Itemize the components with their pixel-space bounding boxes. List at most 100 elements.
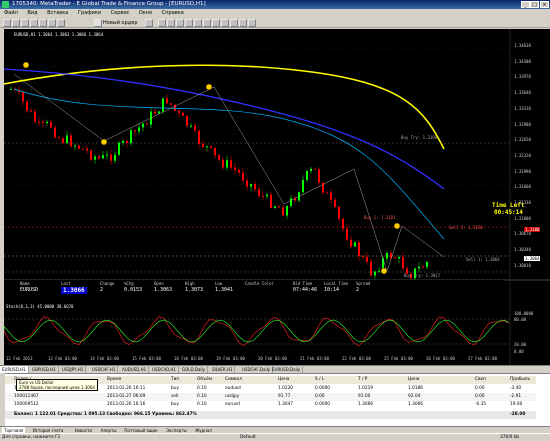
tooltip-detail: 2788 баров, последний цена 1.3064	[19, 385, 95, 390]
swing-marker	[100, 138, 108, 146]
candle-body	[230, 160, 232, 168]
candle-body	[282, 207, 284, 216]
candle-body	[426, 261, 428, 267]
templates-icon[interactable]	[248, 19, 256, 27]
profiles-icon[interactable]	[12, 19, 20, 27]
info-value: 1.3073	[185, 287, 204, 293]
autoscroll-icon[interactable]	[212, 19, 220, 27]
candle-body	[206, 146, 208, 148]
time-axis-label: 21 Feb 03:00	[300, 356, 329, 361]
terminal-column-header[interactable]: Символ	[225, 376, 242, 384]
candle-body	[114, 154, 116, 161]
terminal-column-header[interactable]: Цена	[408, 376, 419, 384]
indicators-icon[interactable]	[230, 19, 238, 27]
new-chart-icon[interactable]	[3, 19, 11, 27]
info-value: 1.3041	[215, 287, 234, 293]
periods-icon[interactable]	[239, 19, 247, 27]
navigator-icon[interactable]	[39, 19, 47, 27]
bar-chart-icon[interactable]	[158, 19, 166, 27]
window-title: 1705340: MetaTrader - E Global Trade & F…	[12, 1, 206, 7]
fib-label-2: Sell 2: 1.3150	[449, 225, 483, 230]
candle-body	[366, 256, 368, 262]
price-chart[interactable]	[4, 29, 550, 365]
menu-insert[interactable]: Вставка	[43, 9, 72, 18]
candle-body	[398, 256, 400, 259]
candlestick-icon[interactable]	[167, 19, 175, 27]
candle-body	[102, 155, 104, 159]
candle-body	[418, 266, 420, 269]
candle-body	[158, 111, 160, 114]
line-chart-icon[interactable]	[176, 19, 184, 27]
menu-file[interactable]: Файл	[0, 9, 22, 18]
terminal-column-header[interactable]: Прибыль	[510, 376, 530, 384]
terminal-column-header[interactable]: Тип	[171, 376, 179, 384]
candle-body	[98, 156, 100, 159]
candle-body	[190, 125, 192, 127]
time-axis-label: 19 Feb 03:00	[216, 356, 245, 361]
terminal-column-header[interactable]: T / P	[358, 376, 367, 384]
order-row[interactable]: 100011467 2013.02.27 06:09 sell 0.10 usdjpy 9…	[0, 393, 536, 401]
new-order-icon[interactable]	[94, 19, 102, 27]
title-bar: 1705340: MetaTrader - E Global Trade & F…	[0, 0, 550, 9]
candle-body	[422, 266, 424, 268]
fib-label-1: Buy Try: 1.3198	[401, 135, 438, 140]
candle-body	[166, 98, 168, 104]
candle-body	[274, 206, 276, 208]
chart-window[interactable]: EURUSD,H1 1.3064 1.3063 1.3066 1.3064 Ti…	[4, 29, 550, 365]
candle-body	[86, 148, 88, 151]
info-panel: Name EURUSD Last 1.3066 Change 2 %Chg 0.0153 Ope…	[4, 280, 504, 302]
candle-body	[202, 143, 204, 147]
price-axis-label: 1.34630	[514, 43, 531, 48]
market-watch-icon[interactable]	[21, 19, 29, 27]
order-row[interactable]: 100009512 2013.02.26 16:16 buy 0.10 eurusd 1.…	[0, 401, 536, 409]
tester-icon[interactable]	[57, 19, 65, 27]
data-window-icon[interactable]	[30, 19, 38, 27]
time-axis-label: 14 Feb 03:00	[90, 356, 119, 361]
candle-body	[58, 137, 60, 139]
chart-shift-icon[interactable]	[221, 19, 229, 27]
info-header: Low	[215, 281, 223, 286]
menu-view[interactable]: Вид	[23, 9, 41, 18]
candle-body	[118, 142, 120, 155]
terminal-column-header[interactable]: Время	[107, 376, 121, 384]
candle-body	[174, 104, 176, 111]
candle-body	[66, 135, 68, 143]
candle-body	[186, 115, 188, 126]
minimize-button[interactable]: _	[521, 1, 530, 8]
order-cell: eurusd	[225, 402, 240, 407]
info-header: Bid Time	[293, 281, 313, 286]
order-cell: sell	[171, 394, 179, 399]
price-axis-label: 1.31660	[514, 184, 531, 190]
order-cell: 1.3066	[408, 402, 424, 407]
menu-tools[interactable]: Сервис	[107, 9, 134, 18]
candle-body	[74, 145, 76, 147]
terminal-column-header[interactable]: S / L	[315, 376, 324, 384]
menu-help[interactable]: Справка	[158, 9, 188, 18]
candle-body	[22, 92, 24, 102]
candle-body	[270, 194, 272, 208]
expert-advisors-icon[interactable]	[145, 19, 153, 27]
time-axis-label: 22 Feb 03:00	[342, 356, 371, 361]
candle-body	[258, 189, 260, 196]
terminal-icon[interactable]	[48, 19, 56, 27]
price-axis-label: 1.32320	[514, 152, 531, 158]
candle-body	[70, 135, 72, 147]
menu-charts[interactable]: Графики	[74, 9, 105, 18]
maximize-button[interactable]: □	[530, 1, 539, 8]
candle-body	[134, 130, 136, 132]
new-order-button[interactable]: Новый ордер	[103, 19, 138, 27]
terminal-panel: Ордер /ВремяТипОбъёмСимволЦенаS / LT / P…	[0, 373, 550, 427]
menu-window[interactable]: Окно	[135, 9, 156, 18]
indicator-axis-label: 80.00	[514, 317, 527, 322]
time-axis-label: 25 Feb 03:00	[384, 356, 413, 361]
terminal-column-header[interactable]: Своп	[475, 376, 486, 384]
zoom-out-icon[interactable]	[194, 19, 202, 27]
terminal-side-label	[0, 373, 5, 426]
tile-windows-icon[interactable]	[203, 19, 211, 27]
candle-body	[402, 256, 404, 269]
terminal-column-header[interactable]: Цена	[278, 376, 289, 384]
indicator-axis-label: 0.00	[514, 349, 524, 354]
zoom-in-icon[interactable]	[185, 19, 193, 27]
terminal-column-header[interactable]: Объём	[197, 376, 212, 384]
close-button[interactable]: ×	[540, 1, 549, 8]
